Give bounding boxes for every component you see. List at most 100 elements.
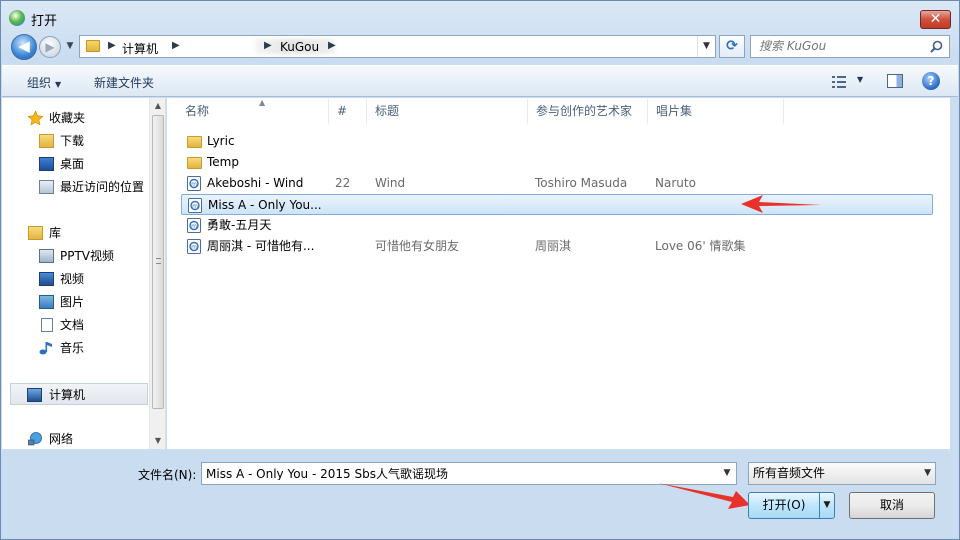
column-header-album[interactable]: 唱片集 bbox=[648, 98, 784, 124]
sidebar-item-desktop[interactable]: 桌面 bbox=[2, 153, 150, 175]
sidebar-item-pictures[interactable]: 图片 bbox=[2, 291, 150, 313]
svg-text:m: m bbox=[191, 181, 197, 188]
filename-input[interactable] bbox=[206, 466, 706, 480]
sidebar-item-label: 音乐 bbox=[60, 341, 85, 355]
file-album: Love 06' 情歌集 bbox=[655, 239, 746, 253]
recent-places-icon bbox=[39, 180, 54, 194]
filename-combobox[interactable]: ▼ bbox=[201, 462, 737, 485]
file-num: 22 bbox=[335, 176, 351, 190]
sidebar-item-label: PPTV视频 bbox=[60, 249, 115, 263]
sidebar-item-label: 文档 bbox=[60, 318, 85, 332]
breadcrumb-computer[interactable]: 计算机 bbox=[122, 40, 158, 57]
sidebar-item-libraries[interactable]: 库 bbox=[2, 222, 150, 244]
sidebar-item-label: 计算机 bbox=[49, 388, 86, 402]
view-options-dropdown-icon[interactable]: ▼ bbox=[857, 75, 863, 84]
file-artist: 周丽淇 bbox=[535, 239, 572, 253]
sidebar-item-label: 收藏夹 bbox=[49, 111, 86, 125]
forward-button[interactable]: ▶ bbox=[39, 36, 61, 58]
search-icon[interactable] bbox=[930, 40, 943, 53]
sidebar-item-network[interactable]: 网络 bbox=[2, 428, 150, 450]
sidebar-item-computer[interactable]: 计算机 bbox=[10, 383, 148, 405]
filename-label: 文件名(N): bbox=[138, 468, 197, 482]
navigation-bar: ◀ ▶ ▼ ▶ 计算机 ▶ ▶ KuGou ▶ ▼ ⟳ bbox=[1, 33, 959, 61]
file-type-filter[interactable]: 所有音频文件 ▼ bbox=[748, 462, 936, 485]
scroll-up-icon[interactable]: ▲ bbox=[150, 98, 166, 114]
sidebar-item-documents[interactable]: 文档 bbox=[2, 314, 150, 336]
cancel-button[interactable]: 取消 bbox=[849, 492, 935, 519]
sidebar-item-pptv-videos[interactable]: PPTV视频 bbox=[2, 245, 150, 267]
column-label: 名称 bbox=[185, 104, 210, 118]
sidebar-item-favorites[interactable]: 收藏夹 bbox=[2, 107, 150, 129]
file-row[interactable]: Lyric bbox=[181, 131, 933, 152]
file-type-filter-value: 所有音频文件 bbox=[753, 466, 826, 480]
column-header-name[interactable]: 名称 ▲ bbox=[177, 98, 329, 124]
column-header-number[interactable]: # bbox=[329, 98, 367, 124]
file-title: 可惜他有女朋友 bbox=[375, 239, 460, 253]
sidebar-item-label: 库 bbox=[49, 226, 62, 240]
svg-text:m: m bbox=[191, 244, 197, 251]
pictures-icon bbox=[39, 295, 54, 309]
sidebar-item-label: 最近访问的位置 bbox=[60, 180, 145, 194]
video-icon bbox=[39, 272, 54, 286]
sidebar-item-label: 下载 bbox=[60, 134, 85, 148]
view-options-icon[interactable] bbox=[832, 75, 846, 89]
breadcrumb-chevron-icon[interactable]: ▶ bbox=[264, 40, 272, 51]
folder-icon bbox=[86, 40, 100, 52]
title-bar: 打开 ✕ bbox=[1, 1, 959, 33]
file-name: Akeboshi - Wind bbox=[207, 176, 304, 190]
documents-icon bbox=[41, 318, 53, 332]
library-icon bbox=[28, 226, 43, 240]
search-box[interactable] bbox=[750, 35, 950, 58]
file-row[interactable]: m 周丽淇 - 可惜他有... 可惜他有女朋友 周丽淇 Love 06' 情歌集 bbox=[181, 236, 933, 257]
scroll-down-icon[interactable]: ▼ bbox=[150, 433, 166, 449]
organize-menu[interactable]: 组织 ▼ bbox=[27, 74, 61, 91]
breadcrumb-kugou[interactable]: KuGou bbox=[280, 40, 319, 54]
close-button[interactable]: ✕ bbox=[920, 10, 951, 29]
help-icon[interactable]: ? bbox=[922, 72, 940, 90]
sidebar-item-label: 图片 bbox=[60, 295, 85, 309]
sidebar-item-videos[interactable]: 视频 bbox=[2, 268, 150, 290]
recent-pages-dropdown[interactable]: ▼ bbox=[64, 40, 76, 52]
sidebar-item-recent-places[interactable]: 最近访问的位置 bbox=[2, 176, 150, 198]
back-button[interactable]: ◀ bbox=[11, 34, 37, 60]
open-file-dialog: 打开 ✕ ◀ ▶ ▼ ▶ 计算机 ▶ ▶ KuGou ▶ ▼ ⟳ 组 bbox=[0, 0, 960, 540]
grip-icon bbox=[156, 258, 161, 264]
file-name: Temp bbox=[207, 155, 239, 169]
audio-file-icon: m bbox=[187, 176, 201, 191]
audio-file-icon: m bbox=[187, 239, 201, 254]
file-row[interactable]: m 勇敢-五月天 bbox=[181, 215, 933, 236]
refresh-button[interactable]: ⟳ bbox=[719, 35, 745, 58]
navigation-scrollbar[interactable]: ▲ ▼ bbox=[149, 98, 165, 449]
file-artist: Toshiro Masuda bbox=[535, 176, 628, 190]
breadcrumb-chevron-icon[interactable]: ▶ bbox=[328, 40, 336, 51]
command-toolbar: 组织 ▼ 新建文件夹 ▼ ? bbox=[2, 65, 958, 97]
search-input[interactable] bbox=[759, 39, 919, 53]
column-header-artists[interactable]: 参与创作的艺术家 bbox=[528, 98, 648, 124]
svg-text:m: m bbox=[191, 223, 197, 230]
file-row[interactable]: m Miss A - Only You... bbox=[181, 194, 933, 215]
chevron-down-icon[interactable]: ▼ bbox=[718, 463, 736, 484]
sort-ascending-icon: ▲ bbox=[259, 98, 266, 107]
sidebar-item-music[interactable]: 音乐 bbox=[2, 337, 150, 359]
folder-icon bbox=[187, 157, 202, 169]
sidebar-item-label: 视频 bbox=[60, 272, 85, 286]
open-options-dropdown-icon[interactable]: ▼ bbox=[819, 492, 835, 519]
scrollbar-thumb[interactable] bbox=[152, 115, 164, 409]
video-library-icon bbox=[39, 249, 54, 263]
sidebar-item-downloads[interactable]: 下载 bbox=[2, 130, 150, 152]
audio-file-icon: m bbox=[188, 198, 202, 213]
preview-pane-icon[interactable] bbox=[887, 74, 903, 88]
address-bar[interactable]: ▶ 计算机 ▶ ▶ KuGou ▶ ▼ bbox=[79, 35, 716, 58]
chevron-down-icon: ▼ bbox=[55, 80, 62, 89]
breadcrumb-chevron-icon[interactable]: ▶ bbox=[172, 40, 180, 51]
chevron-down-icon: ▼ bbox=[924, 468, 931, 478]
column-header-title[interactable]: 标题 bbox=[367, 98, 528, 124]
file-row[interactable]: Temp bbox=[181, 152, 933, 173]
open-button[interactable]: 打开(O) bbox=[748, 492, 820, 519]
new-folder-button[interactable]: 新建文件夹 bbox=[94, 74, 154, 91]
breadcrumb-chevron-icon[interactable]: ▶ bbox=[108, 40, 116, 51]
audio-file-icon: m bbox=[187, 218, 201, 233]
address-dropdown-icon[interactable]: ▼ bbox=[697, 36, 715, 57]
file-name: Miss A - Only You... bbox=[208, 198, 322, 212]
file-row[interactable]: m Akeboshi - Wind 22 Wind Toshiro Masuda Naru… bbox=[181, 173, 933, 194]
